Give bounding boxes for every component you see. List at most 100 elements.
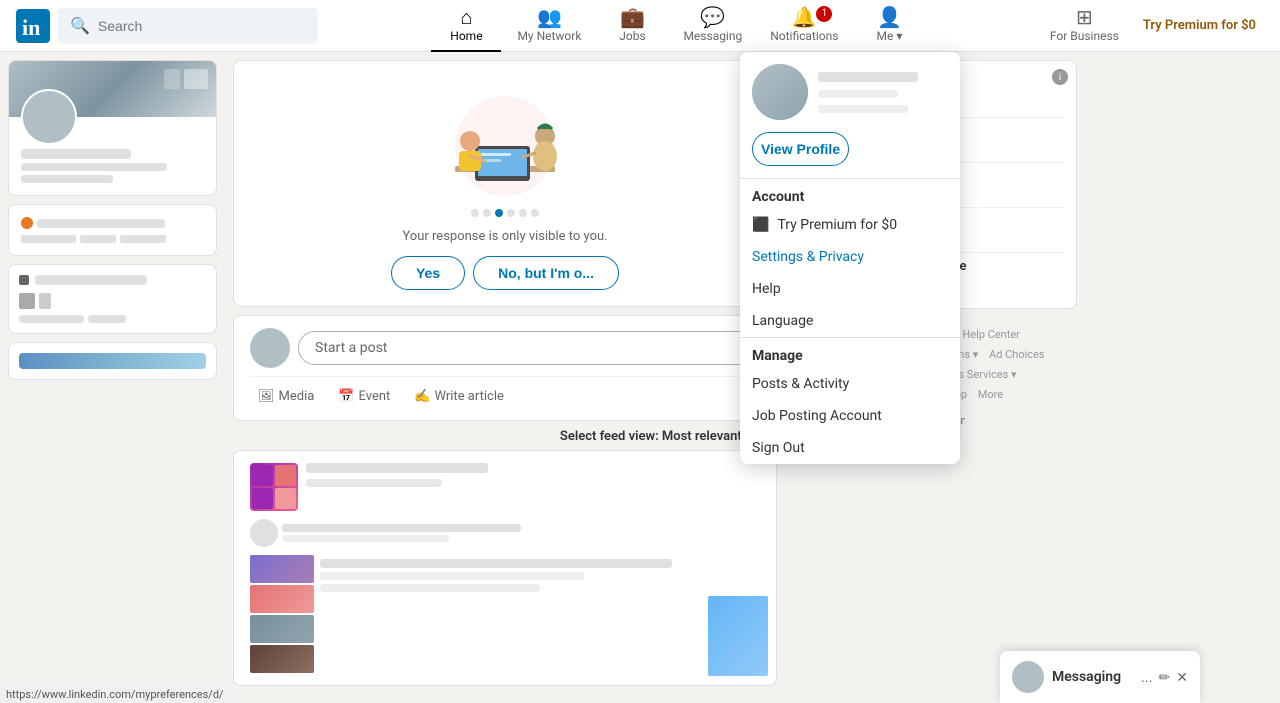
footer-more-link[interactable]: More (978, 388, 1003, 401)
svg-text:in: in (22, 15, 40, 40)
me-icon: 👤 (877, 7, 902, 27)
event-icon: 📅 (338, 389, 354, 404)
messaging-ellipsis-button[interactable]: ... (1141, 669, 1153, 686)
dropdown-avatar (752, 64, 808, 120)
try-premium-dropdown-label: Try Premium for $0 (777, 217, 897, 233)
search-bar[interactable]: 🔍 (58, 8, 318, 44)
notification-badge: 1 (816, 6, 832, 22)
poll-dot-4 (507, 209, 515, 217)
nav-item-messaging[interactable]: 💬 Messaging (671, 0, 754, 52)
post-composer: Start a post 🖼 Media 📅 Event ✍ Write art… (233, 315, 777, 421)
post-meta (306, 463, 760, 487)
write-article-icon: ✍ (414, 389, 430, 404)
poll-dot-5 (519, 209, 527, 217)
media-icon: 🖼 (258, 389, 275, 404)
feed-post (233, 450, 777, 686)
poll-card: Your response is only visible to you. Ye… (233, 60, 777, 307)
dropdown-profile-meta (818, 72, 918, 113)
footer-help-link[interactable]: Help Center (962, 328, 1020, 341)
post-images (234, 519, 776, 685)
settings-label: Settings & Privacy (752, 249, 864, 265)
premium-dot-icon (21, 217, 33, 229)
sidebar-promo (8, 204, 217, 256)
post-header (234, 451, 776, 519)
nav-item-for-business[interactable]: ⊞ For Business (1038, 0, 1131, 52)
post-image-grid (234, 555, 776, 685)
dropdown-help-link[interactable]: Help (740, 273, 960, 305)
avatar (21, 89, 77, 145)
sidebar-stats (21, 235, 204, 243)
nav-item-me[interactable]: 👤 Me ▾ (854, 0, 924, 52)
help-label: Help (752, 281, 781, 297)
linkedin-logo-icon[interactable]: in (16, 9, 50, 43)
composer-actions: 🖼 Media 📅 Event ✍ Write article (250, 376, 760, 408)
sidebar-footer (8, 342, 217, 380)
sign-out-label: Sign Out (752, 440, 805, 456)
nav-item-home[interactable]: ⌂ Home (431, 0, 501, 52)
composer-article-button[interactable]: ✍ Write article (406, 385, 512, 408)
illustration-svg (415, 81, 595, 201)
dropdown-try-premium[interactable]: ⬛ Try Premium for $0 (740, 209, 960, 241)
composer-top: Start a post (250, 328, 760, 368)
dropdown-account-title: Account (740, 179, 960, 209)
poll-no-button[interactable]: No, but I'm o... (473, 256, 619, 290)
navbar: in 🔍 ⌂ Home 👥 My Network 💼 Jobs 💬 Messag… (0, 0, 1280, 52)
nav-right: ⊞ For Business Try Premium for $0 (1038, 0, 1264, 52)
dropdown-sign-out[interactable]: Sign Out (740, 432, 960, 464)
composer-avatar (250, 328, 290, 368)
nav-label-for-business: For Business (1050, 29, 1119, 43)
nav-label-notifications: Notifications (770, 29, 838, 43)
info-icon[interactable]: i (1052, 69, 1068, 85)
nav-item-notifications[interactable]: 🔔 1 Notifications (758, 0, 850, 52)
feed-filter-label: Select feed view: (560, 429, 659, 444)
main-layout: Your response is only visible to you. Ye… (0, 52, 1280, 703)
dropdown-posts-activity[interactable]: Posts & Activity (740, 368, 960, 400)
nav-label-messaging: Messaging (683, 29, 742, 43)
poll-yes-button[interactable]: Yes (391, 256, 465, 290)
sidebar-extra (8, 264, 217, 334)
messaging-icon: 💬 (700, 7, 725, 27)
posts-activity-label: Posts & Activity (752, 376, 849, 392)
composer-media-button[interactable]: 🖼 Media (250, 385, 322, 408)
dropdown-language-link[interactable]: Language (740, 305, 960, 337)
poll-options: Yes No, but I'm o... (234, 256, 776, 306)
feed-filter: Select feed view: Most relevant first ▾ (233, 429, 777, 444)
nav-item-jobs[interactable]: 💼 Jobs (597, 0, 667, 52)
url-bar: https://www.linkedin.com/mypreferences/d… (0, 686, 230, 703)
article-label: Write article (434, 389, 503, 404)
nav-label-jobs: Jobs (619, 29, 645, 43)
jobs-icon: 💼 (620, 7, 645, 27)
footer-adchoices-link[interactable]: Ad Choices (989, 348, 1045, 361)
messaging-avatar (1012, 661, 1044, 693)
poll-dots (234, 209, 776, 229)
poll-dot-2 (483, 209, 491, 217)
language-label: Language (752, 313, 813, 329)
search-icon: 🔍 (70, 16, 90, 35)
messaging-widget[interactable]: Messaging ... ✏ ✕ (1000, 651, 1200, 703)
dropdown-manage-title: Manage (740, 338, 960, 368)
center-feed: Your response is only visible to you. Ye… (225, 52, 785, 703)
media-label: Media (279, 389, 315, 404)
me-dropdown: View Profile Account ⬛ Try Premium for $… (740, 52, 960, 464)
profile-card (8, 60, 217, 196)
messaging-label: Messaging (1052, 669, 1133, 685)
dropdown-settings-link[interactable]: Settings & Privacy (740, 241, 960, 273)
profile-avatar-area (9, 89, 216, 195)
nav-label-network: My Network (517, 29, 581, 43)
event-label: Event (359, 389, 391, 404)
poll-dot-3 (495, 209, 503, 217)
nav-label-me: Me ▾ (877, 29, 903, 43)
messaging-close-button[interactable]: ✕ (1176, 669, 1188, 686)
dropdown-profile-section (740, 52, 960, 132)
messaging-compose-button[interactable]: ✏ (1159, 669, 1171, 686)
search-input[interactable] (98, 18, 306, 34)
composer-input[interactable]: Start a post (298, 331, 760, 365)
composer-event-button[interactable]: 📅 Event (330, 385, 398, 408)
try-premium-link[interactable]: Try Premium for $0 (1135, 14, 1264, 37)
nav-item-network[interactable]: 👥 My Network (505, 0, 593, 52)
nav-center: ⌂ Home 👥 My Network 💼 Jobs 💬 Messaging 🔔… (431, 0, 924, 52)
view-profile-button[interactable]: View Profile (752, 132, 849, 166)
messaging-actions: ... ✏ ✕ (1141, 669, 1188, 686)
dropdown-job-posting[interactable]: Job Posting Account (740, 400, 960, 432)
poll-response-text: Your response is only visible to you. (234, 229, 776, 256)
